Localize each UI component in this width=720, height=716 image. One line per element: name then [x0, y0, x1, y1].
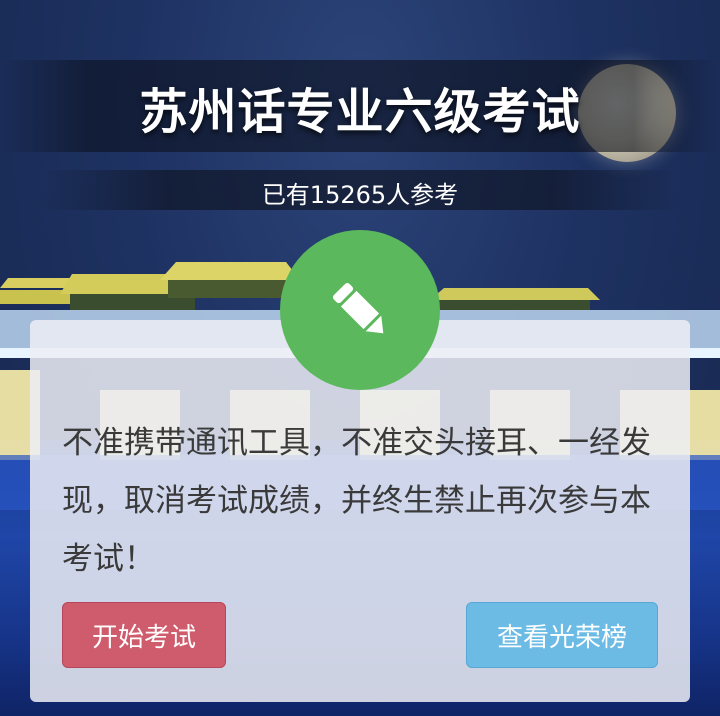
page-title: 苏州话专业六级考试: [139, 84, 581, 140]
pencil-badge: [280, 230, 440, 390]
view-honor-roll-button[interactable]: 查看光荣榜: [466, 602, 658, 668]
exam-rules-text: 不准携带通讯工具，不准交头接耳、一经发现，取消考试成绩，并终生禁止再次参与本考试…: [62, 425, 651, 577]
participant-count: 已有15265人参考: [261, 181, 459, 209]
pencil-icon: [332, 282, 384, 334]
start-exam-button[interactable]: 开始考试: [62, 602, 226, 668]
